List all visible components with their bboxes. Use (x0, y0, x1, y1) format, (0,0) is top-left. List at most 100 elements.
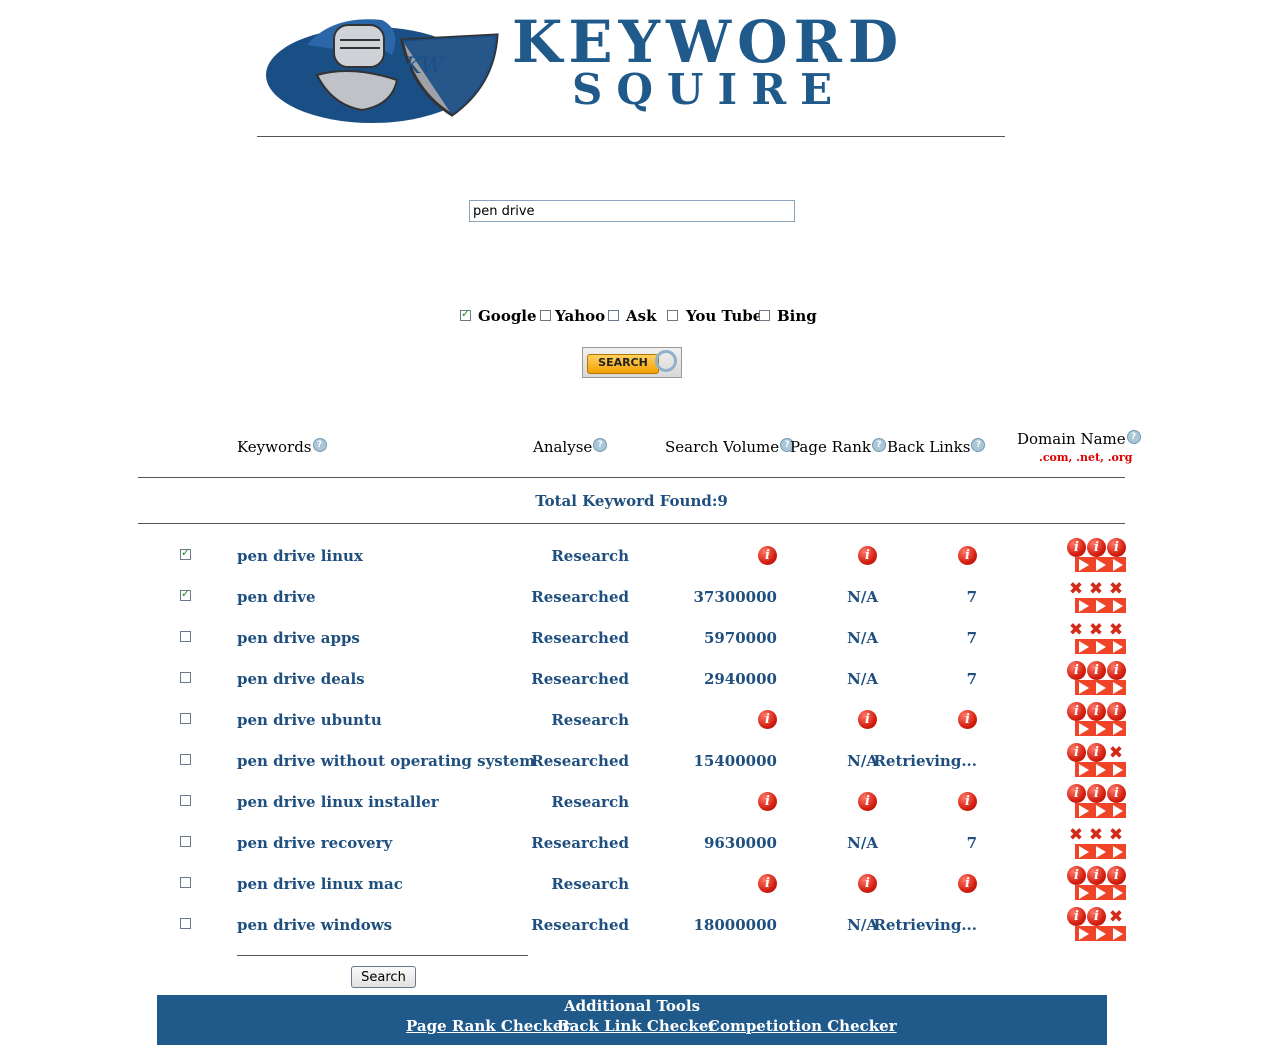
engine-checkbox-yahoo[interactable] (540, 310, 551, 321)
header-keywords: Keywords? (237, 438, 327, 456)
analyse-status[interactable]: Researched (480, 629, 629, 647)
analyse-status[interactable]: Research (480, 875, 629, 893)
analyse-status[interactable]: Researched (480, 752, 629, 770)
analyse-status[interactable]: Researched (480, 588, 629, 606)
domain-taken-icon: ✖ (1088, 825, 1104, 845)
analyse-status[interactable]: Researched (480, 916, 629, 934)
help-icon[interactable]: ? (871, 438, 886, 452)
domain-arrows-icon[interactable] (1075, 680, 1126, 695)
page-rank-checker-link[interactable]: Page Rank Checker (406, 1017, 570, 1035)
help-icon[interactable]: ? (312, 438, 327, 452)
keyword-link[interactable]: pen drive apps (237, 629, 360, 647)
keyword-link[interactable]: pen drive linux mac (237, 875, 403, 893)
domain-arrows-icon[interactable] (1075, 721, 1126, 736)
help-icon[interactable]: ? (1126, 430, 1141, 444)
domain-arrows-icon[interactable] (1075, 557, 1126, 572)
engine-checkbox-you-tube[interactable] (667, 310, 678, 321)
keyword-link[interactable]: pen drive deals (237, 670, 365, 688)
row-checkbox[interactable] (180, 795, 191, 806)
engine-checkbox-google[interactable] (460, 307, 471, 321)
analyse-status[interactable]: Research (480, 793, 629, 811)
info-icon[interactable]: i (958, 710, 977, 729)
keyword-link[interactable]: pen drive linux installer (237, 793, 439, 811)
domain-arrows-icon[interactable] (1075, 598, 1126, 613)
additional-tools-footer: Additional Tools Page Rank Checker Back … (157, 995, 1107, 1045)
analyse-status[interactable]: Researched (480, 834, 629, 852)
info-icon[interactable]: i (758, 792, 777, 811)
domain-info-icon[interactable]: i (1087, 784, 1106, 803)
keyword-link[interactable]: pen drive windows (237, 916, 392, 934)
keyword-search-input[interactable] (469, 200, 795, 222)
brand-title-line2: SQUIRE (572, 65, 847, 114)
domain-info-icon[interactable]: i (1067, 784, 1086, 803)
header-keywords-label: Keywords (237, 438, 312, 456)
row-checkbox[interactable] (180, 587, 191, 601)
header-analyse-label: Analyse (533, 438, 593, 456)
info-icon[interactable]: i (858, 874, 877, 893)
domain-arrows-icon[interactable] (1075, 762, 1126, 777)
info-icon[interactable]: i (958, 792, 977, 811)
competition-checker-link[interactable]: Competiotion Checker (708, 1017, 897, 1035)
help-icon[interactable]: ? (593, 438, 608, 452)
search-volume-value: 2940000 (703, 670, 777, 688)
domain-info-icon[interactable]: i (1067, 907, 1086, 926)
keyword-link[interactable]: pen drive linux (237, 547, 363, 565)
row-checkbox[interactable] (180, 836, 191, 847)
help-icon[interactable]: ? (971, 438, 986, 452)
bottom-search-button[interactable]: Search (351, 966, 416, 988)
search-button[interactable]: SEARCH (582, 347, 682, 378)
row-checkbox[interactable] (180, 754, 191, 765)
engine-checkbox-ask[interactable] (608, 310, 619, 321)
domain-info-icon[interactable]: i (1107, 866, 1126, 885)
analyse-status[interactable]: Research (480, 547, 629, 565)
domain-info-icon[interactable]: i (1067, 866, 1086, 885)
keyword-link[interactable]: pen drive recovery (237, 834, 392, 852)
domain-taken-icon: ✖ (1108, 743, 1124, 763)
back-link-checker-link[interactable]: Back Link Checker (557, 1017, 716, 1035)
row-checkbox[interactable] (180, 877, 191, 888)
domain-info-icon[interactable]: i (1107, 702, 1126, 721)
keyword-link[interactable]: pen drive ubuntu (237, 711, 382, 729)
row-checkbox[interactable] (180, 713, 191, 724)
domain-info-icon[interactable]: i (1107, 538, 1126, 557)
row-checkbox[interactable] (180, 672, 191, 683)
domain-info-icon[interactable]: i (1067, 702, 1086, 721)
row-checkbox[interactable] (180, 631, 191, 642)
info-icon[interactable]: i (958, 874, 977, 893)
info-icon[interactable]: i (858, 792, 877, 811)
domain-arrows-icon[interactable] (1075, 639, 1126, 654)
domain-info-icon[interactable]: i (1107, 661, 1126, 680)
info-icon[interactable]: i (758, 874, 777, 893)
info-icon[interactable]: i (758, 710, 777, 729)
row-checkbox[interactable] (180, 546, 191, 560)
domain-arrows-icon[interactable] (1075, 844, 1126, 859)
domain-info-icon[interactable]: i (1087, 866, 1106, 885)
domain-info-icon[interactable]: i (1087, 538, 1106, 557)
engine-label: Bing (777, 307, 817, 325)
domain-info-icon[interactable]: i (1067, 743, 1086, 762)
domain-info-icon[interactable]: i (1067, 661, 1086, 680)
domain-info-icon[interactable]: i (1107, 784, 1126, 803)
back-links-value: 7 (966, 629, 977, 647)
domain-info-icon[interactable]: i (1087, 743, 1106, 762)
header-domain-name-label: Domain Name (1017, 430, 1126, 448)
domain-info-icon[interactable]: i (1067, 538, 1086, 557)
engine-checkbox-bing[interactable] (759, 310, 770, 321)
analyse-status[interactable]: Research (480, 711, 629, 729)
info-icon[interactable]: i (758, 546, 777, 565)
header-search-volume-label: Search Volume (665, 438, 780, 456)
info-icon[interactable]: i (958, 546, 977, 565)
domain-info-icon[interactable]: i (1087, 661, 1106, 680)
analyse-status[interactable]: Researched (480, 670, 629, 688)
header-search-volume: Search Volume? (665, 438, 795, 456)
domain-info-icon[interactable]: i (1087, 702, 1106, 721)
domain-info-icon[interactable]: i (1087, 907, 1106, 926)
keyword-link[interactable]: pen drive (237, 588, 316, 606)
domain-arrows-icon[interactable] (1075, 803, 1126, 818)
row-checkbox[interactable] (180, 918, 191, 929)
domain-arrows-icon[interactable] (1075, 885, 1126, 900)
info-icon[interactable]: i (858, 710, 877, 729)
info-icon[interactable]: i (858, 546, 877, 565)
domain-taken-icon: ✖ (1108, 907, 1124, 927)
domain-arrows-icon[interactable] (1075, 926, 1126, 941)
